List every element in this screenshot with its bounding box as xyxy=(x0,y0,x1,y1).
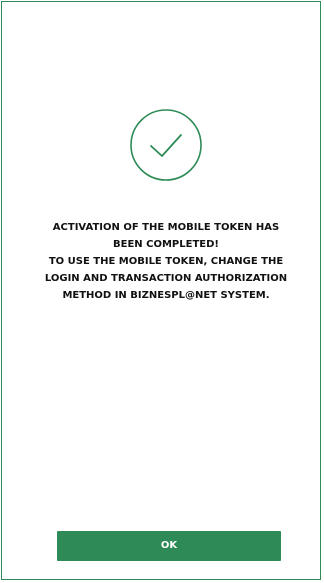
ok-button[interactable]: OK xyxy=(57,531,281,561)
success-line-1: ACTIVATION OF THE MOBILE TOKEN HAS xyxy=(52,222,280,233)
success-line-2: BEEN COMPLETED! xyxy=(113,239,219,250)
check-circle-icon xyxy=(130,109,202,181)
success-line-4: LOGIN AND TRANSACTION AUTHORIZATION xyxy=(44,273,288,284)
success-line-5: METHOD IN BIZNESPL@NET SYSTEM. xyxy=(62,290,270,301)
success-line-3: TO USE THE MOBILE TOKEN, CHANGE THE xyxy=(48,256,284,267)
success-message: ACTIVATION OF THE MOBILE TOKEN HAS BEEN … xyxy=(26,219,306,304)
app-screen: ACTIVATION OF THE MOBILE TOKEN HAS BEEN … xyxy=(1,1,321,580)
